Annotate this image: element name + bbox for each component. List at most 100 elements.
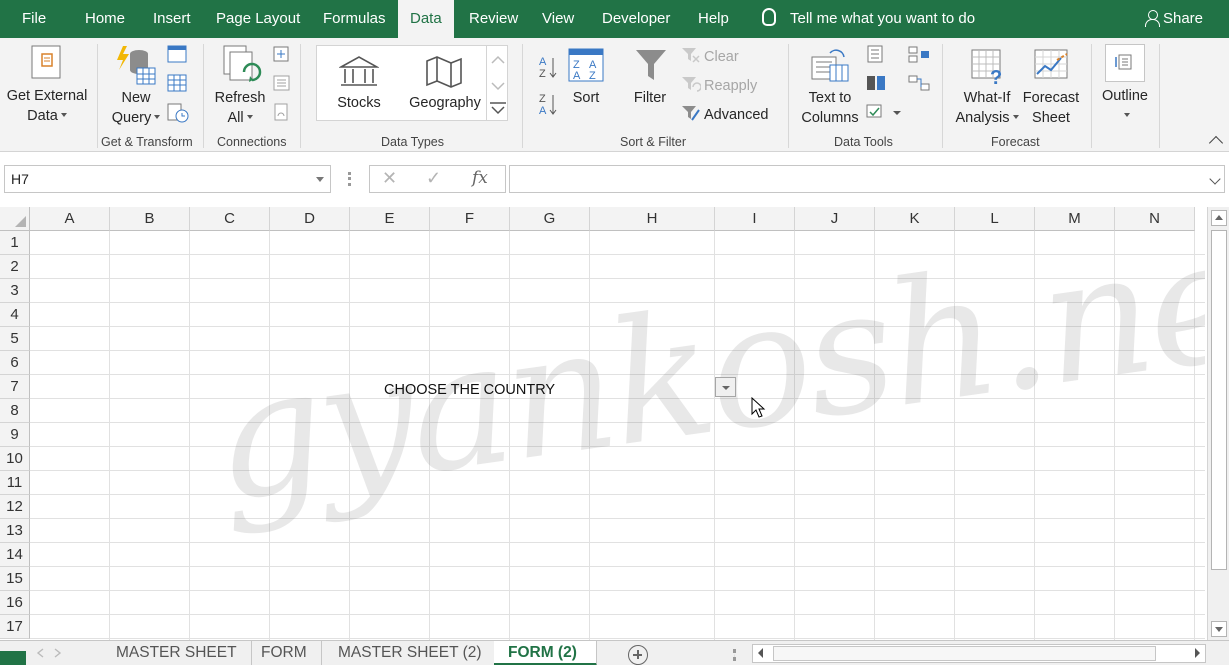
- tab-developer[interactable]: Developer: [602, 0, 670, 38]
- row-header-10[interactable]: 10: [0, 447, 30, 471]
- column-header-h[interactable]: H: [590, 207, 715, 231]
- row-header-8[interactable]: 8: [0, 399, 30, 423]
- refresh-all-button[interactable]: Refresh All: [210, 88, 270, 128]
- tab-home[interactable]: Home: [85, 0, 125, 38]
- gallery-scroll-arrows-icon[interactable]: [487, 45, 509, 121]
- properties-icon[interactable]: [272, 74, 292, 92]
- tab-formulas[interactable]: Formulas: [323, 0, 386, 38]
- enter-check-icon[interactable]: ✓: [426, 168, 441, 189]
- recent-sources-icon[interactable]: [167, 103, 189, 123]
- from-table-icon[interactable]: [167, 74, 187, 92]
- reapply-button[interactable]: Reapply: [704, 76, 757, 96]
- forecast-sheet-button[interactable]: Forecast Sheet: [1020, 88, 1082, 128]
- tell-me-box[interactable]: Tell me what you want to do: [762, 0, 975, 38]
- tab-insert[interactable]: Insert: [153, 0, 191, 38]
- sheet-tab-form[interactable]: FORM: [247, 641, 322, 665]
- data-validation-icon[interactable]: [866, 103, 902, 121]
- sheet-tab-master-sheet-2[interactable]: MASTER SHEET (2): [324, 641, 497, 665]
- tab-split-handle-icon[interactable]: [733, 649, 737, 661]
- geography-button[interactable]: Geography: [404, 93, 486, 113]
- scroll-right-icon[interactable]: [1195, 648, 1200, 658]
- column-header-m[interactable]: M: [1035, 207, 1115, 231]
- sheet-tab-master-sheet[interactable]: MASTER SHEET: [102, 641, 252, 665]
- column-header-d[interactable]: D: [270, 207, 350, 231]
- column-header-f[interactable]: F: [430, 207, 510, 231]
- formula-input[interactable]: [509, 165, 1225, 193]
- tab-view[interactable]: View: [542, 0, 574, 38]
- column-header-k[interactable]: K: [875, 207, 955, 231]
- connections-icon[interactable]: [272, 45, 292, 63]
- row-header-7[interactable]: 7: [0, 375, 30, 399]
- prev-sheet-icon[interactable]: [36, 648, 46, 658]
- data-validation-dropdown-button[interactable]: [715, 377, 736, 397]
- advanced-button[interactable]: Advanced: [704, 105, 769, 125]
- horizontal-scroll-thumb[interactable]: [773, 646, 1156, 661]
- column-header-n[interactable]: N: [1115, 207, 1195, 231]
- tab-data[interactable]: Data: [398, 0, 454, 38]
- column-header-a[interactable]: A: [30, 207, 110, 231]
- scroll-down-icon[interactable]: [1211, 621, 1227, 637]
- column-header-l[interactable]: L: [955, 207, 1035, 231]
- scroll-thumb[interactable]: [1211, 230, 1227, 570]
- row-header-14[interactable]: 14: [0, 543, 30, 567]
- text-to-columns-button[interactable]: Text to Columns: [796, 88, 864, 128]
- row-header-3[interactable]: 3: [0, 279, 30, 303]
- cell-e7[interactable]: CHOOSE THE COUNTRY: [384, 378, 555, 402]
- collapse-ribbon-icon[interactable]: [1208, 135, 1224, 151]
- row-header-12[interactable]: 12: [0, 495, 30, 519]
- what-if-analysis-button[interactable]: What-If Analysis: [952, 88, 1022, 128]
- insert-function-icon[interactable]: fx: [472, 168, 488, 188]
- row-header-4[interactable]: 4: [0, 303, 30, 327]
- tab-page-layout[interactable]: Page Layout: [216, 0, 300, 38]
- column-header-i[interactable]: I: [715, 207, 795, 231]
- scroll-up-icon[interactable]: [1211, 210, 1227, 226]
- column-header-c[interactable]: C: [190, 207, 270, 231]
- add-sheet-icon[interactable]: [628, 645, 648, 665]
- row-header-5[interactable]: 5: [0, 327, 30, 351]
- row-header-15[interactable]: 15: [0, 567, 30, 591]
- row-header-9[interactable]: 9: [0, 423, 30, 447]
- sheet-nav-buttons[interactable]: [0, 641, 100, 665]
- row-header-13[interactable]: 13: [0, 519, 30, 543]
- resize-handle-icon[interactable]: [348, 172, 351, 186]
- name-box[interactable]: H7: [4, 165, 331, 193]
- tab-review[interactable]: Review: [469, 0, 518, 38]
- consolidate-icon[interactable]: [908, 45, 930, 63]
- clear-button[interactable]: Clear: [704, 47, 739, 67]
- outline-button[interactable]: Outline: [1098, 86, 1152, 126]
- row-header-17[interactable]: 17: [0, 615, 30, 639]
- cancel-x-icon[interactable]: ✕: [382, 168, 397, 189]
- tab-file[interactable]: File: [22, 0, 46, 38]
- sort-a-to-z-icon[interactable]: A Z: [538, 54, 558, 80]
- new-query-button[interactable]: New Query: [104, 88, 168, 128]
- row-header-2[interactable]: 2: [0, 255, 30, 279]
- column-header-b[interactable]: B: [110, 207, 190, 231]
- get-external-data-button[interactable]: Get External Data: [6, 86, 88, 126]
- show-queries-icon[interactable]: [167, 45, 187, 63]
- stocks-button[interactable]: Stocks: [328, 93, 390, 113]
- row-header-1[interactable]: 1: [0, 231, 30, 255]
- column-header-e[interactable]: E: [350, 207, 430, 231]
- chevron-down-icon[interactable]: [316, 177, 324, 182]
- worksheet-grid[interactable]: A B C D E F G H I J K L M N 1 2 3 4 5 6 7 8 9 10 11 12 13 14 15 16 17 g…: [0, 207, 1205, 640]
- scroll-left-icon[interactable]: [758, 648, 763, 658]
- row-header-11[interactable]: 11: [0, 471, 30, 495]
- flash-fill-icon[interactable]: [866, 45, 886, 63]
- column-header-g[interactable]: G: [510, 207, 590, 231]
- expand-formula-bar-icon[interactable]: [1209, 173, 1221, 185]
- column-header-j[interactable]: J: [795, 207, 875, 231]
- sort-z-to-a-icon[interactable]: Z A: [538, 91, 558, 117]
- edit-links-icon[interactable]: [272, 103, 292, 123]
- remove-duplicates-icon[interactable]: [866, 74, 886, 92]
- sort-button[interactable]: Sort: [566, 88, 606, 108]
- filter-button[interactable]: Filter: [628, 88, 672, 108]
- relationships-icon[interactable]: [908, 74, 930, 92]
- row-header-6[interactable]: 6: [0, 351, 30, 375]
- row-header-16[interactable]: 16: [0, 591, 30, 615]
- sheet-tab-form-2[interactable]: FORM (2): [494, 641, 597, 665]
- horizontal-scrollbar[interactable]: [752, 644, 1206, 663]
- share-button[interactable]: Share: [1144, 0, 1203, 38]
- next-sheet-icon[interactable]: [52, 648, 62, 658]
- select-all-corner[interactable]: [0, 207, 30, 231]
- vertical-scrollbar[interactable]: [1207, 207, 1229, 640]
